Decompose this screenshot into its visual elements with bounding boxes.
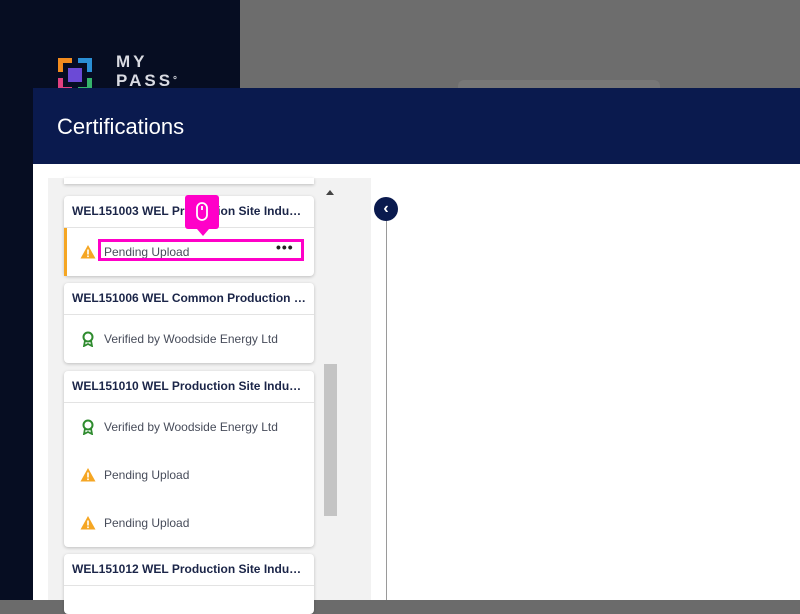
card-title: WEL151006 WEL Common Production O...	[64, 283, 314, 315]
warning-icon	[80, 516, 96, 530]
scroll-up-arrow[interactable]	[326, 190, 334, 195]
award-icon	[82, 419, 94, 435]
certification-card[interactable]: WEL151006 WEL Common Production O... Ver…	[64, 283, 314, 363]
card-partial	[64, 178, 314, 184]
mouse-icon	[196, 202, 208, 221]
pane-divider	[386, 214, 387, 600]
cert-item-row[interactable]: Pending Upload	[64, 451, 314, 499]
logo-line-1: MY	[116, 52, 148, 71]
warning-icon	[80, 245, 96, 259]
award-icon	[82, 331, 94, 347]
detail-pane	[371, 178, 800, 600]
certification-card[interactable]: WEL151010 WEL Production Site Inducti...…	[64, 371, 314, 547]
cert-status: Pending Upload	[104, 516, 190, 530]
card-title: WEL151010 WEL Production Site Inducti...	[64, 371, 314, 403]
click-target-highlight	[98, 239, 304, 261]
cert-item-row[interactable]: Verified by Woodside Energy Ltd	[64, 315, 314, 363]
collapse-panel-button[interactable]: ‹	[374, 197, 398, 221]
mouse-cursor-indicator	[185, 195, 219, 236]
scrollbar-thumb[interactable]	[324, 364, 337, 516]
card-title: WEL151012 WEL Production Site Inducti...	[64, 554, 314, 586]
chevron-left-icon: ‹	[383, 200, 389, 217]
modal-header: Certifications	[33, 88, 800, 164]
cert-status: Pending Upload	[104, 468, 190, 482]
cert-item-row[interactable]: Pending Upload	[64, 499, 314, 547]
cert-status: Verified by Woodside Energy Ltd	[104, 420, 278, 434]
modal-title: Certifications	[57, 114, 185, 139]
certifications-modal: Certifications ‹ WEL151003 WEL Productio…	[33, 88, 800, 614]
warning-icon	[80, 468, 96, 482]
logo-sup: °	[173, 75, 181, 86]
certification-card[interactable]: WEL151012 WEL Production Site Inducti...	[64, 554, 314, 614]
cert-status: Verified by Woodside Energy Ltd	[104, 332, 278, 346]
cert-item-row[interactable]: Verified by Woodside Energy Ltd	[64, 403, 314, 451]
mypass-logo-text: MY PASS°	[116, 52, 180, 90]
